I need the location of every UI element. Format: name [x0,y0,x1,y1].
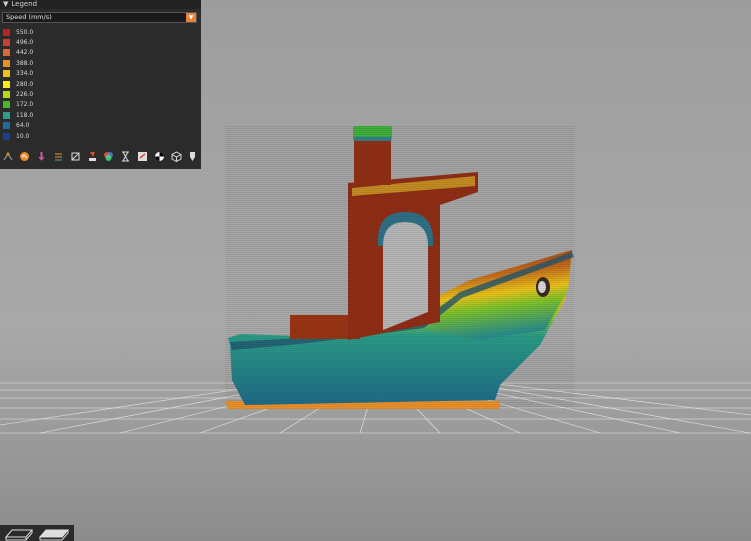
collapse-triangle-icon[interactable]: ▼ [3,0,8,8]
view-type-select[interactable]: Speed (mm/s) ▼ [2,12,197,23]
legend-swatch [3,59,10,67]
center-of-gravity-icon[interactable] [153,150,165,163]
legend-item: 334.0 [3,69,33,79]
legend-item: 226.0 [3,89,33,99]
legend-item: 64.0 [3,121,33,131]
deretractions-icon[interactable] [52,150,64,163]
legend-item-label: 172.0 [16,101,34,109]
legend-item-label: 496.0 [16,39,34,47]
legend-item-label: 226.0 [16,91,34,99]
legend-panel: ▼ Legend Speed (mm/s) ▼ 550.0 496.0 442.0… [0,0,201,169]
legend-swatch [3,39,10,47]
legend-title: Legend [11,0,38,8]
legend-item: 550.0 [3,27,33,37]
color-changes-icon[interactable] [103,150,115,163]
legend-item-label: 280.0 [16,80,34,88]
legend-header[interactable]: ▼ Legend [0,0,201,9]
legend-swatch [3,91,10,99]
legend-swatch [3,132,10,140]
legend-swatch [3,122,10,130]
tool-changes-icon[interactable] [86,150,98,163]
legend-item-label: 118.0 [16,111,34,119]
legend-swatch [3,111,10,119]
wipe-icon[interactable] [19,150,31,163]
view-type-value: Speed (mm/s) [6,13,52,21]
tool-marker-icon[interactable] [187,150,199,163]
legend-toolbar [2,148,199,164]
legend-swatch [3,28,10,36]
retractions-icon[interactable] [36,150,48,163]
custom-gcode-icon[interactable] [137,150,149,163]
legend-item: 172.0 [3,100,33,110]
chevron-down-icon[interactable]: ▼ [186,13,196,22]
legend-item: 10.0 [3,131,33,141]
view-mode-tabs[interactable] [0,522,74,541]
legend-swatch [3,70,10,78]
legend-item-label: 10.0 [16,132,30,140]
legend-swatch [3,49,10,57]
legend-item-label: 334.0 [16,70,34,78]
legend-item-label: 388.0 [16,59,34,67]
legend-item: 442.0 [3,48,33,58]
legend-item: 496.0 [3,37,33,47]
legend-item-label: 550.0 [16,28,34,36]
legend-item: 118.0 [3,110,33,120]
travel-icon[interactable] [2,150,14,163]
legend-item-label: 64.0 [16,122,30,130]
shells-icon[interactable] [170,150,182,163]
legend-item-label: 442.0 [16,49,34,57]
legend-swatch [3,80,10,88]
legend-swatch [3,101,10,109]
legend-items: 550.0 496.0 442.0 388.0 334.0 280.0 226.… [3,27,33,141]
seams-icon[interactable] [69,150,81,163]
legend-item: 388.0 [3,58,33,68]
pause-icon[interactable] [120,150,132,163]
gcode-preview-boat [225,126,575,410]
legend-item: 280.0 [3,79,33,89]
